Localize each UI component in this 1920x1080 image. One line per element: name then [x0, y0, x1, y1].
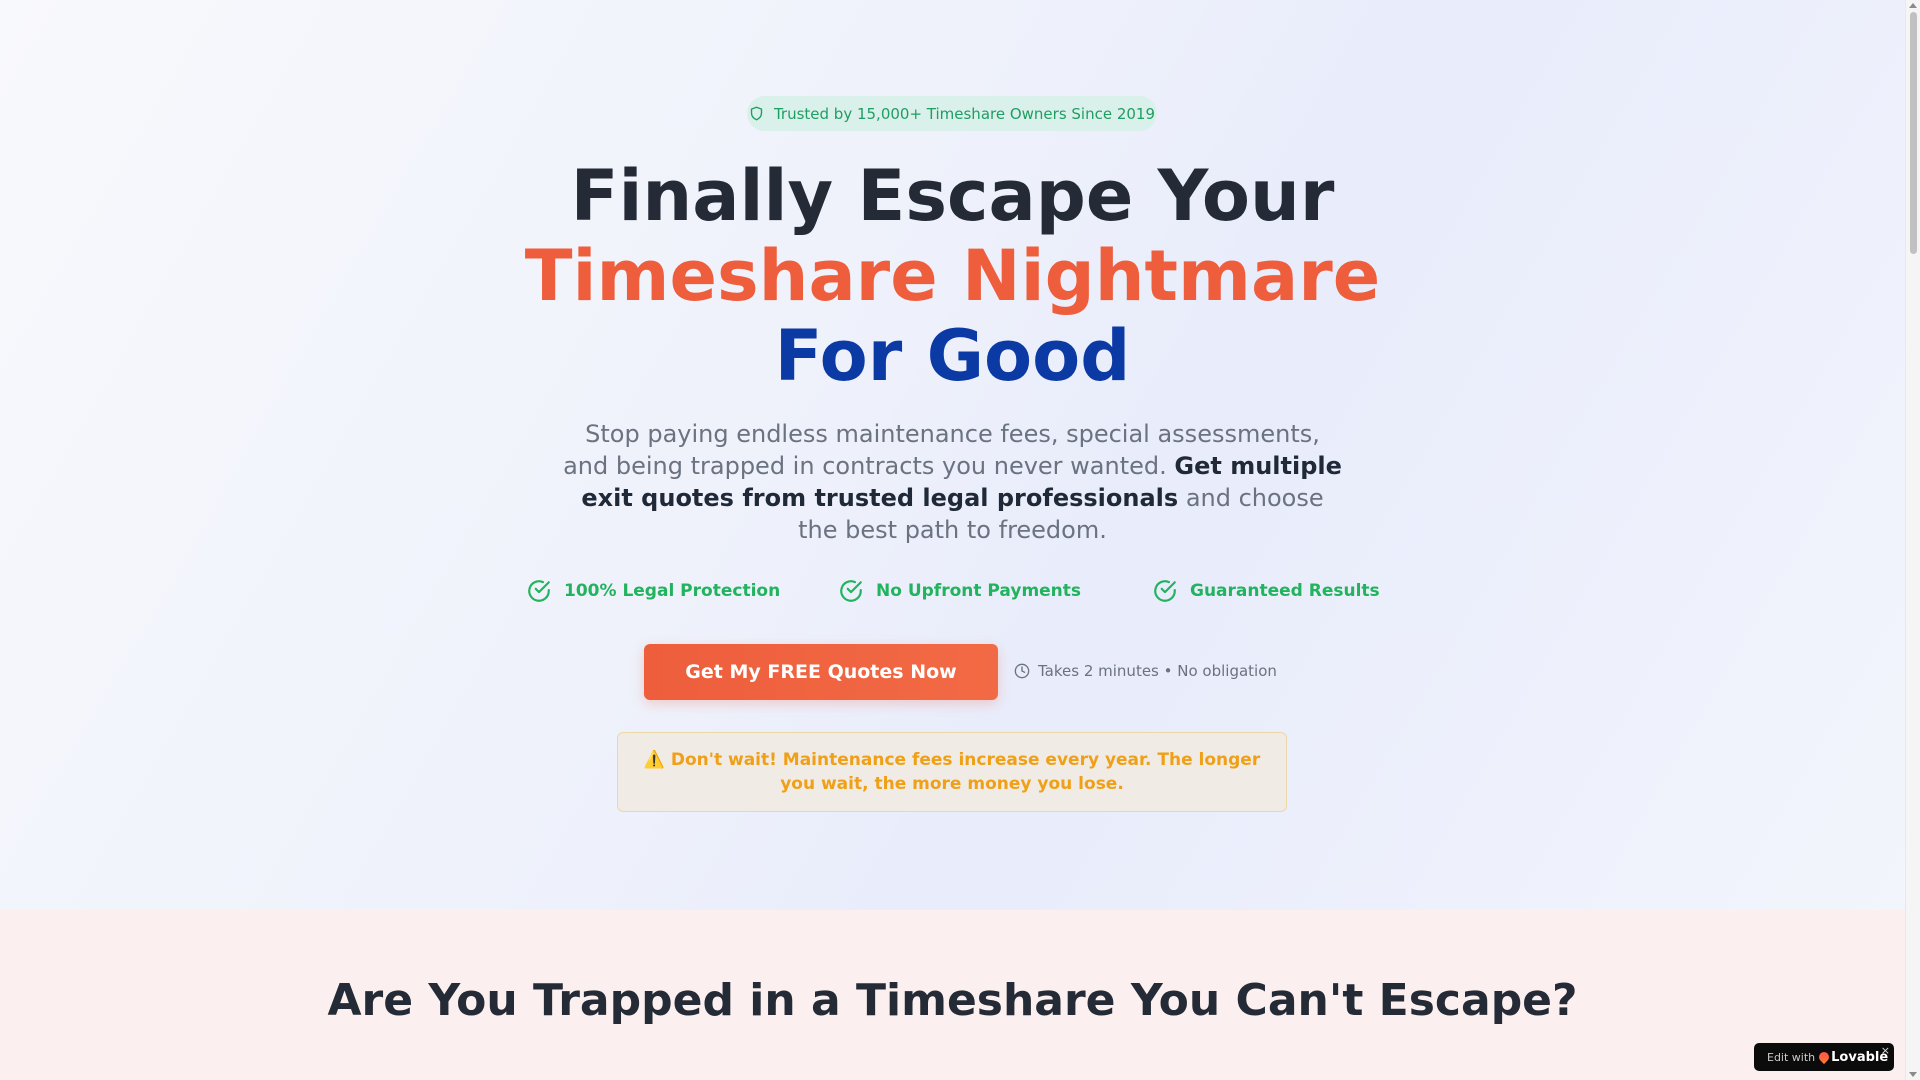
cta-note-text: Takes 2 minutes • No obligation [1038, 662, 1277, 680]
get-free-quotes-button[interactable]: Get My FREE Quotes Now [644, 644, 998, 700]
feature-item: No Upfront Payments [838, 578, 1081, 604]
clock-icon [1014, 663, 1030, 679]
lovable-heart-icon [1817, 1049, 1832, 1065]
scrollbar-thumb[interactable] [1910, 12, 1917, 254]
check-circle-icon [528, 580, 550, 602]
cta-note: Takes 2 minutes • No obligation [1014, 662, 1277, 680]
feature-list: 100% Legal Protection No Upfront Payment… [0, 578, 1905, 608]
lovable-brand-text: Lovable [1831, 1049, 1889, 1065]
trust-badge: Trusted by 15,000+ Timeshare Owners Sinc… [747, 96, 1157, 131]
headline-line-3: For Good [774, 315, 1131, 397]
edit-with-lovable-badge[interactable]: Edit with Lovable × [1754, 1043, 1894, 1071]
headline-line-1: Finally Escape Your [570, 155, 1335, 237]
hero-section: Trusted by 15,000+ Timeshare Owners Sinc… [0, 0, 1905, 910]
hero-description: Stop paying endless maintenance fees, sp… [560, 418, 1345, 546]
warning-banner: ⚠️ Don't wait! Maintenance fees increase… [617, 732, 1287, 812]
feature-label: No Upfront Payments [876, 581, 1082, 601]
check-circle-icon [1154, 580, 1176, 602]
scroll-down-arrow-icon[interactable] [1909, 1072, 1917, 1077]
feature-label: Guaranteed Results [1190, 581, 1380, 601]
shield-icon [750, 106, 763, 121]
feature-item: Guaranteed Results [1152, 578, 1380, 604]
section-title: Are You Trapped in a Timeshare You Can't… [327, 975, 1578, 1026]
feature-label: 100% Legal Protection [564, 581, 781, 601]
feature-item: 100% Legal Protection [526, 578, 780, 604]
check-circle-icon [840, 580, 862, 602]
vertical-scrollbar[interactable] [1905, 0, 1920, 1080]
lovable-prefix: Edit with [1767, 1050, 1816, 1064]
scroll-up-arrow-icon[interactable] [1909, 3, 1917, 8]
warning-text: ⚠️ Don't wait! Maintenance fees increase… [643, 750, 1261, 794]
headline-line-2: Timeshare Nightmare [524, 235, 1381, 317]
lovable-brand: Lovable [1817, 1049, 1889, 1065]
trust-badge-text: Trusted by 15,000+ Timeshare Owners Sinc… [773, 104, 1156, 123]
close-icon[interactable]: × [1881, 1044, 1890, 1057]
